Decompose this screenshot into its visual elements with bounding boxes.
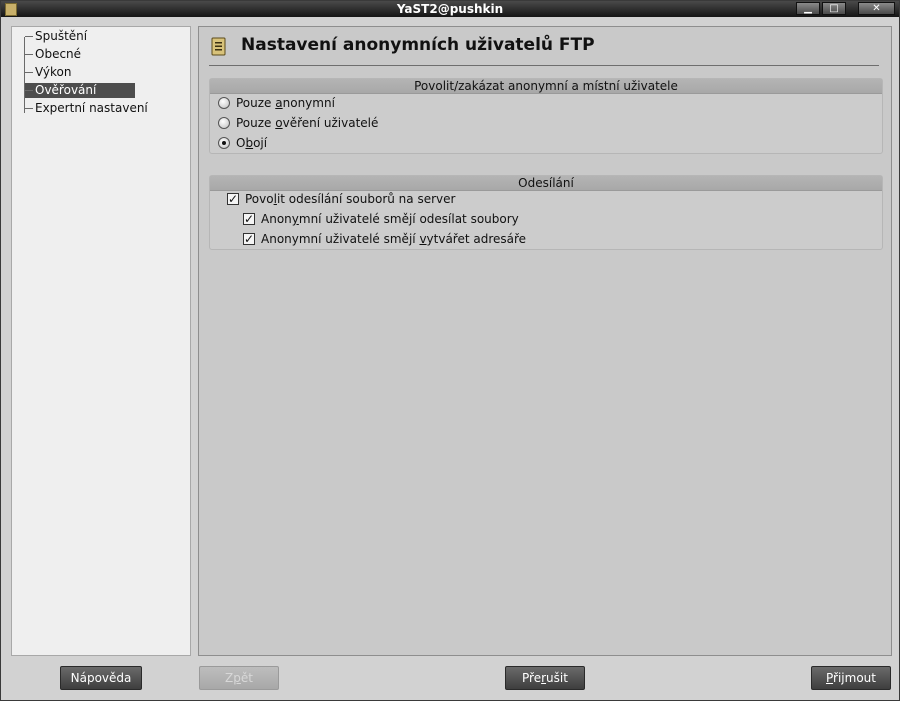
sidebar-tree: Spuštění Obecné Výkon Ověřování Expertní… [11,26,191,656]
upload-groupbox: Odesílání Povolit odesílání souborů na s… [209,175,883,250]
mnemonic: P [826,671,834,685]
title-divider [209,65,879,66]
checkbox-enable-upload[interactable]: Povolit odesílání souborů na server [227,191,455,208]
access-group-title: Povolit/zakázat anonymní a místní uživat… [210,79,882,94]
option-label: ojí [253,136,268,150]
radio-indicator[interactable] [218,96,230,109]
option-label: Pouze [236,96,276,110]
checkbox-indicator[interactable] [243,212,255,225]
sidebar-item-vykon[interactable]: Výkon [25,65,74,80]
option-label: it odesílání souborů na server [276,192,456,206]
yast-window: YaST2@pushkin ▁ □ ✕ Spuštění Obecné Výko… [0,0,900,701]
maximize-icon: □ [829,3,839,14]
back-button[interactable]: Zpět [199,666,279,690]
mnemonic: v [419,232,427,246]
radio-authenticated-only[interactable]: Pouze ověření uživatelé [218,115,378,132]
help-button[interactable]: Nápověda [60,666,142,690]
page-title: Nastavení anonymních uživatelů FTP [241,35,595,55]
option-label: ytvářet adresáře [426,232,527,246]
sidebar-item-overovani[interactable]: Ověřování [25,83,135,98]
sidebar-item-expertni-nastaveni[interactable]: Expertní nastavení [25,101,151,116]
mnemonic: b [245,136,254,150]
upload-group-title: Odesílání [210,176,882,191]
button-label: Pře [522,671,542,685]
option-label: mní uživatelé smějí odesílat soubory [298,212,519,226]
option-label: Anonymní uživatelé smějí [261,232,420,246]
button-label: ušit [546,671,568,685]
option-label: nonymní [282,96,335,110]
ftp-settings-icon [211,37,226,56]
option-label: Anon [261,212,292,226]
mnemonic: p [233,671,241,685]
radio-indicator[interactable] [218,116,230,129]
checkbox-anon-can-create-dirs[interactable]: Anonymní uživatelé smějí vytvářet adresá… [243,231,526,248]
accept-button[interactable]: Přijmout [811,666,891,690]
button-label: Z [225,671,234,685]
mnemonic: a [275,96,283,110]
checkbox-indicator[interactable] [227,192,239,205]
minimize-button[interactable]: ▁ [796,2,820,15]
option-label: Povo [245,192,274,206]
access-groupbox: Povolit/zakázat anonymní a místní uživat… [209,78,883,154]
option-label: věření uživatelé [282,116,379,130]
close-icon: ✕ [872,3,881,14]
checkbox-anon-can-upload[interactable]: Anonymní uživatelé smějí odesílat soubor… [243,211,519,228]
checkbox-indicator[interactable] [243,232,255,245]
abort-button[interactable]: Přerušit [505,666,585,690]
minimize-icon: ▁ [804,3,812,14]
window-title: YaST2@pushkin [396,2,504,16]
sidebar-item-obecne[interactable]: Obecné [25,47,84,62]
radio-anonymous-only[interactable]: Pouze anonymní [218,95,335,112]
title-bar[interactable]: YaST2@pushkin ▁ □ ✕ [1,1,899,17]
button-label: řijmout [833,671,876,685]
maximize-button[interactable]: □ [822,2,846,15]
option-label: Pouze [236,116,276,130]
main-content: Nastavení anonymních uživatelů FTP Povol… [198,26,892,656]
mnemonic: y [291,212,299,226]
radio-both[interactable]: Obojí [218,135,267,152]
radio-indicator[interactable] [218,136,230,149]
mnemonic: o [275,116,283,130]
sidebar-item-spusteni[interactable]: Spuštění [25,29,90,44]
button-label: ět [240,671,253,685]
close-button[interactable]: ✕ [858,2,895,15]
